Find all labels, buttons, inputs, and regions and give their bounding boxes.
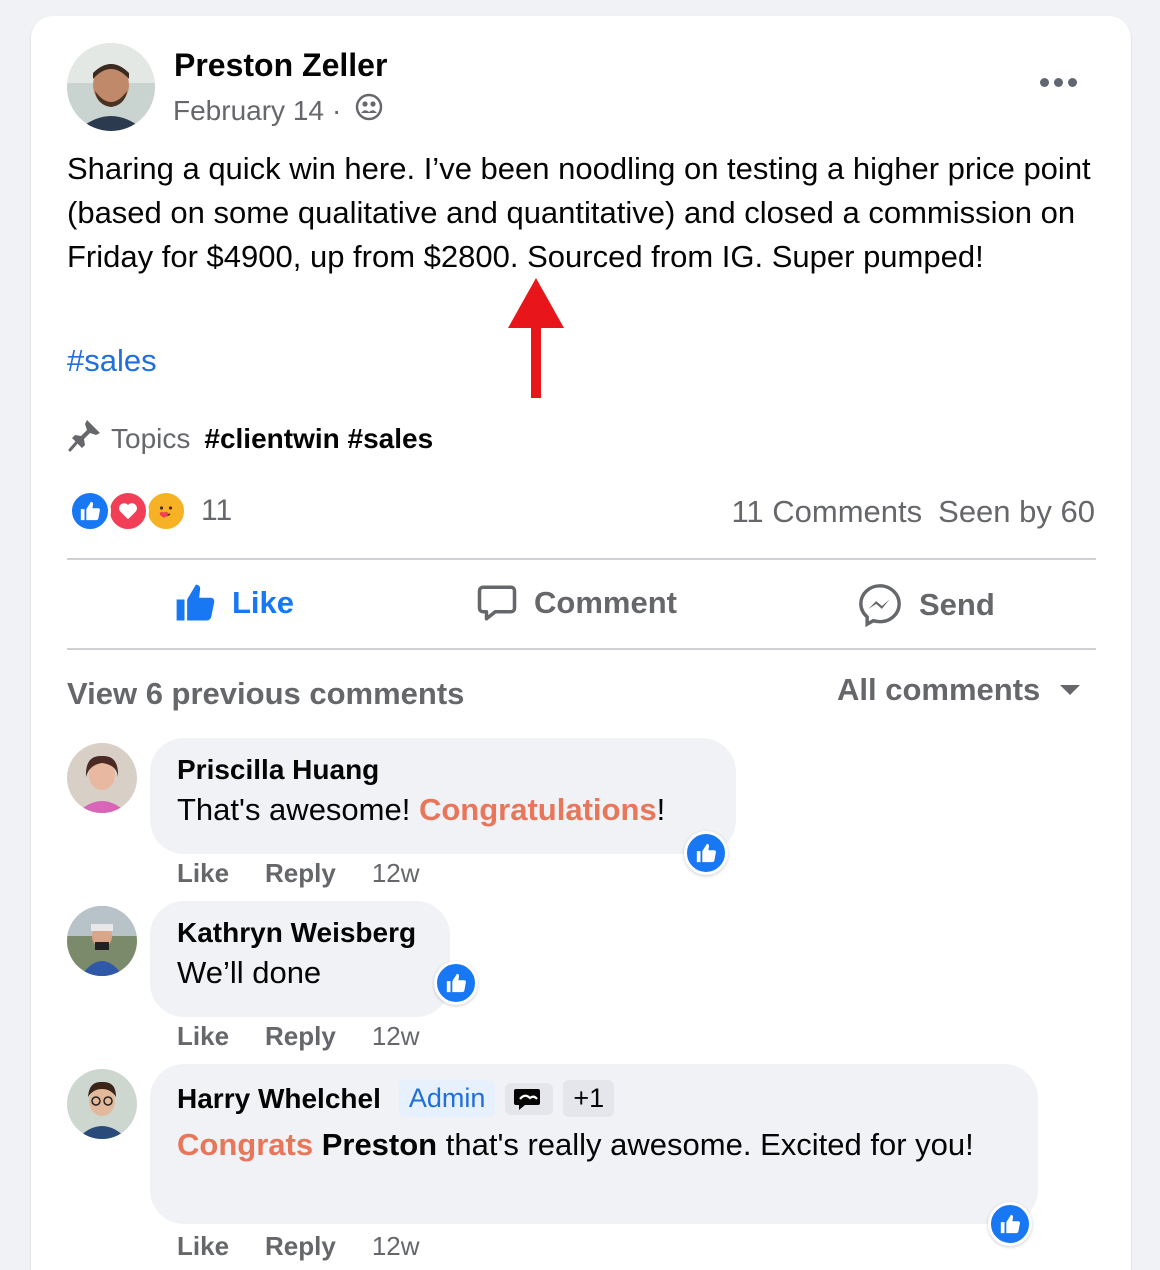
topics-tags[interactable]: #clientwin #sales bbox=[204, 423, 433, 455]
caret-down-icon bbox=[1060, 685, 1081, 695]
comment-text: Congrats Preston that's really awesome. … bbox=[177, 1123, 1011, 1167]
pin-icon bbox=[67, 417, 103, 460]
annotation-arrow-icon bbox=[508, 278, 564, 398]
comment-timestamp[interactable]: 12w bbox=[372, 858, 420, 889]
comment-actions: Like Reply 12w bbox=[177, 1021, 420, 1052]
comment-text: That's awesome! Congratulations! bbox=[177, 788, 709, 832]
comment-text: We’ll done bbox=[177, 955, 322, 990]
send-button[interactable]: Send bbox=[857, 582, 995, 628]
post-card: Preston Zeller February 14 · Sharing a q… bbox=[31, 16, 1131, 1270]
comment-like-button[interactable]: Like bbox=[177, 1021, 229, 1052]
post-date[interactable]: February 14 bbox=[173, 95, 324, 127]
admin-badge[interactable]: Admin bbox=[398, 1080, 496, 1117]
comment-text-part: That's awesome! bbox=[177, 792, 419, 827]
comments-count[interactable]: 11 Comments bbox=[731, 494, 922, 530]
comment-button-label: Comment bbox=[534, 585, 677, 620]
comment-filter-label: All comments bbox=[837, 672, 1041, 707]
commenter-avatar[interactable] bbox=[67, 1069, 137, 1139]
comment-bubble: Kathryn Weisberg We’ll done bbox=[150, 901, 450, 1017]
comment-actions: Like Reply 12w bbox=[177, 858, 420, 889]
comment-filter-dropdown[interactable]: All comments bbox=[837, 672, 1081, 708]
divider bbox=[67, 648, 1096, 650]
comment-reply-button[interactable]: Reply bbox=[265, 858, 336, 889]
view-previous-comments[interactable]: View 6 previous comments bbox=[67, 676, 464, 712]
comment-like-badge-icon[interactable] bbox=[434, 961, 478, 1005]
comment-bubble: Harry Whelchel Admin +1 Congrats Preston… bbox=[150, 1064, 1038, 1224]
comment-reply-button[interactable]: Reply bbox=[265, 1021, 336, 1052]
commenter-name[interactable]: Priscilla Huang bbox=[177, 754, 709, 786]
comment-bubble-icon bbox=[477, 585, 517, 621]
more-badges[interactable]: +1 bbox=[563, 1080, 615, 1117]
love-reaction-icon bbox=[107, 490, 149, 532]
like-button-label: Like bbox=[232, 585, 295, 620]
conversation-starter-badge-icon[interactable] bbox=[505, 1082, 554, 1115]
reactions-summary[interactable]: 11 bbox=[69, 490, 232, 532]
post-meta: February 14 · bbox=[173, 93, 383, 128]
topics-label: Topics bbox=[111, 422, 191, 454]
comment-like-button[interactable]: Like bbox=[177, 858, 229, 889]
divider bbox=[67, 558, 1096, 560]
comment-button[interactable]: Comment bbox=[476, 582, 677, 624]
post-stats: 11 Comments Seen by 60 bbox=[731, 494, 1095, 530]
comment-like-button[interactable]: Like bbox=[177, 1231, 229, 1262]
topics-row: Topics #clientwin #sales bbox=[67, 417, 433, 460]
like-reaction-icon bbox=[69, 490, 111, 532]
comment-like-badge-icon[interactable] bbox=[988, 1202, 1032, 1246]
more-options-icon[interactable] bbox=[1036, 71, 1080, 93]
comment-actions: Like Reply 12w bbox=[177, 1231, 420, 1262]
thumbs-up-icon bbox=[176, 584, 215, 621]
comment-text-highlight: Congratulations bbox=[418, 792, 657, 827]
author-avatar[interactable] bbox=[67, 43, 155, 131]
messenger-icon bbox=[859, 584, 901, 628]
post-hashtag[interactable]: #sales bbox=[67, 343, 157, 379]
post-text: Sharing a quick win here. I’ve been nood… bbox=[67, 151, 1091, 274]
comment-text-highlight: Congrats bbox=[177, 1127, 314, 1162]
meta-separator: · bbox=[331, 94, 342, 126]
group-audience-icon bbox=[349, 93, 383, 128]
comment-reply-button[interactable]: Reply bbox=[265, 1231, 336, 1262]
comment-bubble: Priscilla Huang That's awesome! Congratu… bbox=[150, 738, 736, 854]
post-author-name[interactable]: Preston Zeller bbox=[174, 47, 387, 84]
like-button[interactable]: Like bbox=[174, 582, 294, 624]
send-button-label: Send bbox=[919, 587, 995, 622]
comment-timestamp[interactable]: 12w bbox=[372, 1021, 420, 1052]
comment-timestamp[interactable]: 12w bbox=[372, 1231, 420, 1262]
commenter-name-row: Harry Whelchel Admin +1 bbox=[177, 1080, 1011, 1117]
comment-text-part: that's really awesome. Excited for you! bbox=[437, 1127, 974, 1162]
comment-like-badge-icon[interactable] bbox=[684, 831, 728, 875]
commenter-avatar[interactable] bbox=[67, 906, 137, 976]
comment-text-part: ! bbox=[656, 792, 666, 827]
commenter-name[interactable]: Kathryn Weisberg bbox=[177, 917, 423, 949]
commenter-name[interactable]: Harry Whelchel bbox=[177, 1083, 381, 1115]
care-reaction-icon bbox=[145, 490, 187, 532]
reaction-count: 11 bbox=[201, 494, 233, 527]
seen-by[interactable]: Seen by 60 bbox=[938, 494, 1095, 530]
commenter-avatar[interactable] bbox=[67, 743, 137, 813]
comment-mention[interactable]: Preston bbox=[322, 1127, 437, 1162]
